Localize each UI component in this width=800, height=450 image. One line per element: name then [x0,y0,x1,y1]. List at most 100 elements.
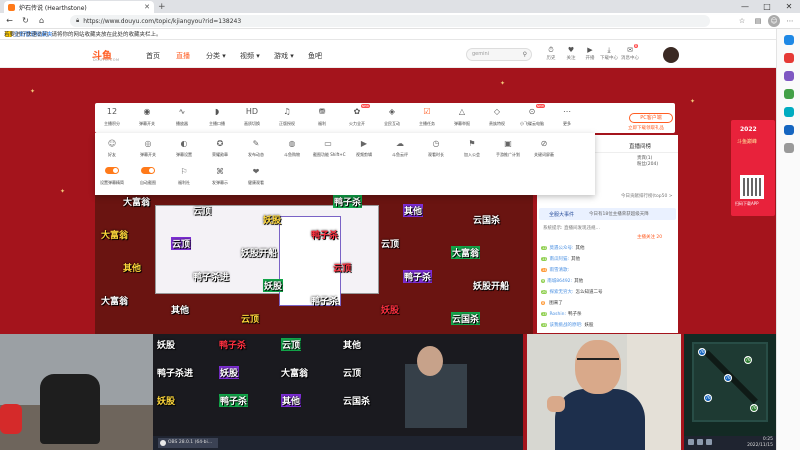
messages-button[interactable]: ✉ 消息中心 8 [621,44,639,61]
add-icon[interactable] [784,143,794,153]
dropdown-item[interactable]: ❤ 健康观看 [241,167,271,186]
toolbar-item-icon: ✿ [353,107,361,116]
follow-button[interactable]: ♥ 关注 [562,46,580,61]
close-tab-icon[interactable]: ✕ [144,3,150,11]
collections-icon[interactable]: ▤ [752,15,764,27]
nav-home[interactable]: 首页 [146,51,160,61]
chat-message[interactable]: 12 莫遇公众号: 其他 [541,245,585,251]
browser-actions: ☆ ▤ ☺ ⋯ [736,15,796,27]
refresh-icon[interactable]: ↻ [19,16,32,25]
search-icon[interactable]: ⚲ [523,49,527,60]
chat-message[interactable]: 20 探索无穷大: 怎么知道二号 [541,289,603,295]
chat-message[interactable]: 14 雨雪清歌: [541,267,571,273]
toolbar-item[interactable]: ◇ 贵族特权 [484,107,510,127]
toolbar-item[interactable]: ⛃ 福利 [309,107,335,127]
dropdown-item[interactable]: ☁ 斗鱼云评 [385,139,415,158]
toolbar-item[interactable]: ✿ 火力全开 NEW [344,104,370,127]
dropdown-item[interactable]: ⚑ 加入公会 [457,139,487,158]
chat-message[interactable]: 9 南城86492: 其他 [541,278,583,284]
nav-category[interactable]: 分类 ▾ [206,51,226,61]
server-event-banner[interactable]: 全服大事件 今日有18位主播荣获超级天降 [539,208,676,220]
chat-nickname[interactable]: 南城86492: [547,278,572,284]
rank-fans[interactable]: 粉丝(204) [637,161,658,167]
toolbar-item[interactable]: ◗ 主播口播 [204,107,230,127]
ime-icon[interactable] [706,439,712,445]
chat-message[interactable]: 8 图来了 [541,300,563,306]
dropdown-item[interactable]: ⚐ 福利社 [169,167,199,186]
profile-icon[interactable]: ☺ [768,15,780,27]
nav-live[interactable]: 直播 [176,51,190,61]
nav-video[interactable]: 视频 ▾ [240,51,260,61]
menu-icon[interactable]: ⋯ [784,15,796,27]
dropdown-item[interactable]: 自动截图 [133,167,163,186]
obs-taskbar-button[interactable]: OBS 28.0.1 (64-bi… [158,438,218,448]
tools-icon[interactable] [784,71,794,81]
toolbar-item[interactable]: ∿ 播放器 [169,107,195,127]
url-field[interactable]: 🔒︎ https://www.douyu.com/topic/kjiangyou… [70,15,710,27]
browser-tab[interactable]: 炉石传说 (Hearthstone) ✕ [4,1,154,13]
close-window-button[interactable]: ✕ [778,0,800,13]
streamer-follow[interactable]: 主播关注 20 [637,234,662,240]
new-tab-button[interactable]: + [158,2,166,12]
dropdown-item[interactable]: ✎ 发布动态 [241,139,271,158]
chat-nickname[interactable]: 雨雪清歌: [549,267,569,273]
dropdown-item[interactable]: ▭ 截图功能 Shift+C [313,139,346,158]
toolbar-item[interactable]: ◈ 全民互动 [379,107,405,127]
chat-nickname[interactable]: 莫遇公众号: [549,245,573,251]
shopping-icon[interactable] [784,53,794,63]
chat-text: 妖股 [584,323,594,328]
search-icon[interactable] [784,35,794,45]
dropdown-item[interactable]: ☺ 好友 [97,139,127,158]
toolbar-item[interactable]: 12 主播积分 [99,107,125,127]
dropdown-item[interactable]: ⌘ 发弹幕示 [205,167,235,186]
dropdown-item[interactable]: ◷ 观看时长 [421,139,451,158]
chat-nickname[interactable]: 探索无穷大: [549,289,573,295]
chat-message[interactable]: 13 Roshin: 鸭子杀 [541,311,581,317]
back-icon[interactable]: ← [3,16,16,25]
toolbar-item[interactable]: ☑ 主播任务 [414,107,440,127]
toolbar-item[interactable]: ◉ 弹幕开关 [134,107,160,127]
pc-client-sub[interactable]: 立即下载领取礼品 [628,125,664,131]
toolbar-item[interactable]: ⊙ 小飞碟云电脑 NEW [519,104,545,127]
games-icon[interactable] [784,89,794,99]
toolbar-item[interactable]: △ 弹幕举报 [449,107,475,127]
dropdown-item[interactable]: ▶ 视频剪辑 [349,139,379,158]
home-icon[interactable]: ⌂ [35,16,48,25]
chat-nickname[interactable]: 该我挑战的原吧: [549,322,582,328]
dropdown-item[interactable]: ▣ 手游推广计划 [493,139,523,158]
maximize-button[interactable]: □ [756,0,778,13]
favorite-icon[interactable]: ☆ [736,15,748,27]
nav-yuba[interactable]: 鱼吧 [308,51,322,61]
toolbar-item[interactable]: ♫ 正版授权 [274,107,300,127]
dropdown-item[interactable]: 设置弹幕精简 [97,167,127,186]
dropdown-item[interactable]: ◎ 弹幕开关 [133,139,163,158]
rank-tab[interactable]: 直播间榜 [629,142,651,150]
dropdown-item[interactable]: ⊘ 关键词屏蔽 [529,139,559,158]
dropdown-item[interactable]: ◐ 弹幕设置 [169,139,199,158]
nav-games[interactable]: 游戏 ▾ [274,51,294,61]
toolbar-item[interactable]: HD 画质切换 [239,107,265,127]
danmaku-comment: 鸭子杀进 [193,273,230,283]
outlook-icon[interactable] [784,125,794,135]
volume-icon[interactable] [697,439,703,445]
dropdown-item[interactable]: ◍ 斗鱼购物 [277,139,307,158]
chat-nickname[interactable]: Roshin: [549,312,566,317]
douyu-logo[interactable]: 斗鱼 DOUYU.COM [92,47,124,62]
system-clock[interactable]: 0:25 2022/11/15 [747,437,773,449]
office-icon[interactable] [784,107,794,117]
user-avatar[interactable] [663,47,679,63]
chat-message[interactable]: 11 南瓜阿猫: 其他 [541,256,580,262]
download-center-button[interactable]: ⤓ 下载中心 [600,46,618,61]
history-button[interactable]: ⏱ 历史 [542,46,560,61]
search-input[interactable]: gemini ⚲ [466,48,532,61]
go-live-button[interactable]: ▶ 开播 [581,46,599,61]
chat-nickname[interactable]: 南瓜阿猫: [549,256,569,262]
minimize-button[interactable]: — [734,0,756,13]
chat-message[interactable]: 15 该我挑战的原吧: 妖股 [541,322,593,328]
promo-banner[interactable]: 2022 斗鱼巅峰 扫码下载APP [731,120,775,216]
pc-client-button[interactable]: PC客户端 [629,113,673,123]
contribution-note[interactable]: 今日贡献排行榜(top50 > [621,193,673,199]
network-icon[interactable] [688,439,694,445]
toolbar-item[interactable]: ⋯ 更多 [554,107,580,127]
dropdown-item[interactable]: ✪ 荣耀勋章 [205,139,235,158]
